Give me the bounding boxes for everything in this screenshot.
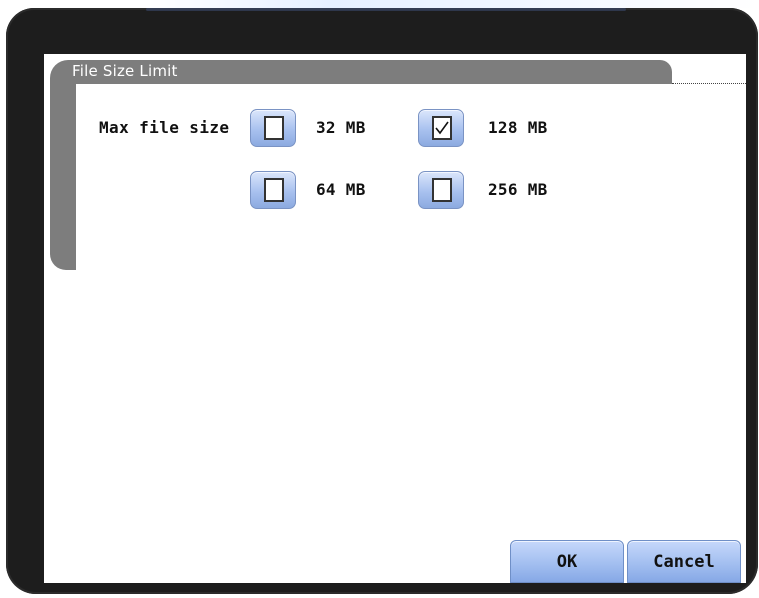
option-label-64mb: 64 MB bbox=[316, 180, 366, 199]
top-strip bbox=[148, 0, 759, 8]
checkmark-icon bbox=[435, 121, 449, 135]
ok-button[interactable]: OK bbox=[510, 540, 624, 583]
group-dotted-rule bbox=[672, 83, 746, 84]
device-bezel: File Size Limit Max file size 32 MB 128 … bbox=[6, 8, 758, 594]
checkbox-box bbox=[432, 116, 452, 140]
checkbox-256mb[interactable] bbox=[418, 171, 464, 209]
group-content bbox=[76, 84, 736, 284]
checkbox-64mb[interactable] bbox=[250, 171, 296, 209]
max-file-size-label: Max file size bbox=[99, 118, 230, 137]
group-frame-left bbox=[50, 78, 76, 270]
checkbox-box bbox=[264, 116, 284, 140]
checkbox-128mb[interactable] bbox=[418, 109, 464, 147]
option-label-256mb: 256 MB bbox=[488, 180, 548, 199]
cancel-button[interactable]: Cancel bbox=[627, 540, 741, 583]
checkbox-box bbox=[264, 178, 284, 202]
option-label-32mb: 32 MB bbox=[316, 118, 366, 137]
group-title: File Size Limit bbox=[72, 62, 178, 80]
checkbox-32mb[interactable] bbox=[250, 109, 296, 147]
option-label-128mb: 128 MB bbox=[488, 118, 548, 137]
dialog-screen: File Size Limit Max file size 32 MB 128 … bbox=[44, 54, 746, 583]
checkbox-box bbox=[432, 178, 452, 202]
